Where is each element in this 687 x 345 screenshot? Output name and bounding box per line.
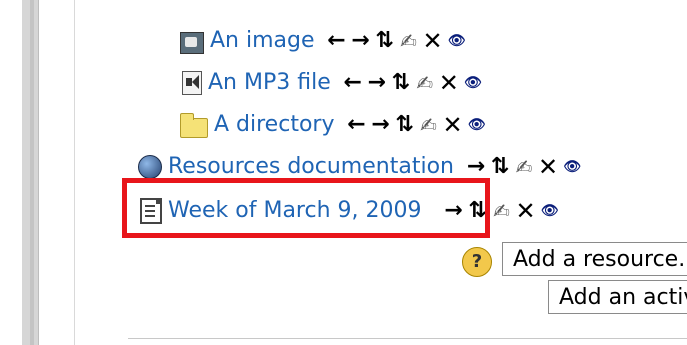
resource-row-image: An image ← → ⇅ ✍ ✕ 👁 xyxy=(180,24,467,58)
hide-eye-icon[interactable]: 👁 xyxy=(447,29,467,53)
resource-row-directory: A directory ← → ⇅ ✍ ✕ 👁 xyxy=(180,108,487,142)
globe-icon xyxy=(138,155,162,179)
edit-icon[interactable]: ✍ xyxy=(492,199,512,223)
move-updown-icon[interactable]: ⇅ xyxy=(375,29,395,53)
hide-eye-icon[interactable]: 👁 xyxy=(540,199,560,223)
resource-link-mp3[interactable]: An MP3 file xyxy=(208,69,331,97)
help-icon[interactable]: ? xyxy=(462,247,492,277)
add-activity-select[interactable]: Add an activity... xyxy=(548,280,687,314)
delete-icon[interactable]: ✕ xyxy=(538,155,558,179)
highlight-box xyxy=(122,178,490,238)
move-left-icon[interactable]: ← xyxy=(346,113,366,137)
resource-actions-image: ← → ⇅ ✍ ✕ 👁 xyxy=(327,29,467,54)
move-right-icon[interactable]: → xyxy=(367,71,387,95)
edit-icon[interactable]: ✍ xyxy=(399,29,419,53)
move-right-icon[interactable]: → xyxy=(466,155,486,179)
edit-icon[interactable]: ✍ xyxy=(418,113,438,137)
move-updown-icon[interactable]: ⇅ xyxy=(391,71,411,95)
add-resource-select[interactable]: Add a resource... xyxy=(502,242,687,276)
resource-link-directory[interactable]: A directory xyxy=(214,111,334,139)
hide-eye-icon[interactable]: 👁 xyxy=(562,155,582,179)
bottom-divider xyxy=(128,338,687,339)
move-updown-icon[interactable]: ⇅ xyxy=(394,113,414,137)
delete-icon[interactable]: ✕ xyxy=(423,29,443,53)
column-divider xyxy=(74,0,75,345)
move-left-icon[interactable]: ← xyxy=(327,29,347,53)
audio-file-icon xyxy=(182,71,202,95)
delete-icon[interactable]: ✕ xyxy=(442,113,462,137)
resource-actions-documentation: → ⇅ ✍ ✕ 👁 xyxy=(466,155,582,180)
move-right-icon[interactable]: → xyxy=(351,29,371,53)
rail-stripe-inner xyxy=(30,0,34,345)
add-activity-label: Add an activity... xyxy=(559,285,687,310)
add-resource-label: Add a resource... xyxy=(513,247,687,272)
resource-row-mp3: An MP3 file ← → ⇅ ✍ ✕ 👁 xyxy=(180,66,483,100)
folder-icon xyxy=(180,113,208,138)
resource-link-documentation[interactable]: Resources documentation xyxy=(168,153,454,181)
left-rail xyxy=(0,0,40,345)
delete-icon[interactable]: ✕ xyxy=(516,199,536,223)
edit-icon[interactable]: ✍ xyxy=(514,155,534,179)
resource-link-image[interactable]: An image xyxy=(210,27,315,55)
delete-icon[interactable]: ✕ xyxy=(439,71,459,95)
resource-actions-directory: ← → ⇅ ✍ ✕ 👁 xyxy=(346,113,487,138)
hide-eye-icon[interactable]: 👁 xyxy=(463,71,483,95)
edit-icon[interactable]: ✍ xyxy=(415,71,435,95)
move-left-icon[interactable]: ← xyxy=(343,71,363,95)
move-updown-icon[interactable]: ⇅ xyxy=(490,155,510,179)
image-icon xyxy=(180,32,204,54)
resource-actions-mp3: ← → ⇅ ✍ ✕ 👁 xyxy=(343,71,483,96)
hide-eye-icon[interactable]: 👁 xyxy=(467,113,487,137)
move-right-icon[interactable]: → xyxy=(370,113,390,137)
